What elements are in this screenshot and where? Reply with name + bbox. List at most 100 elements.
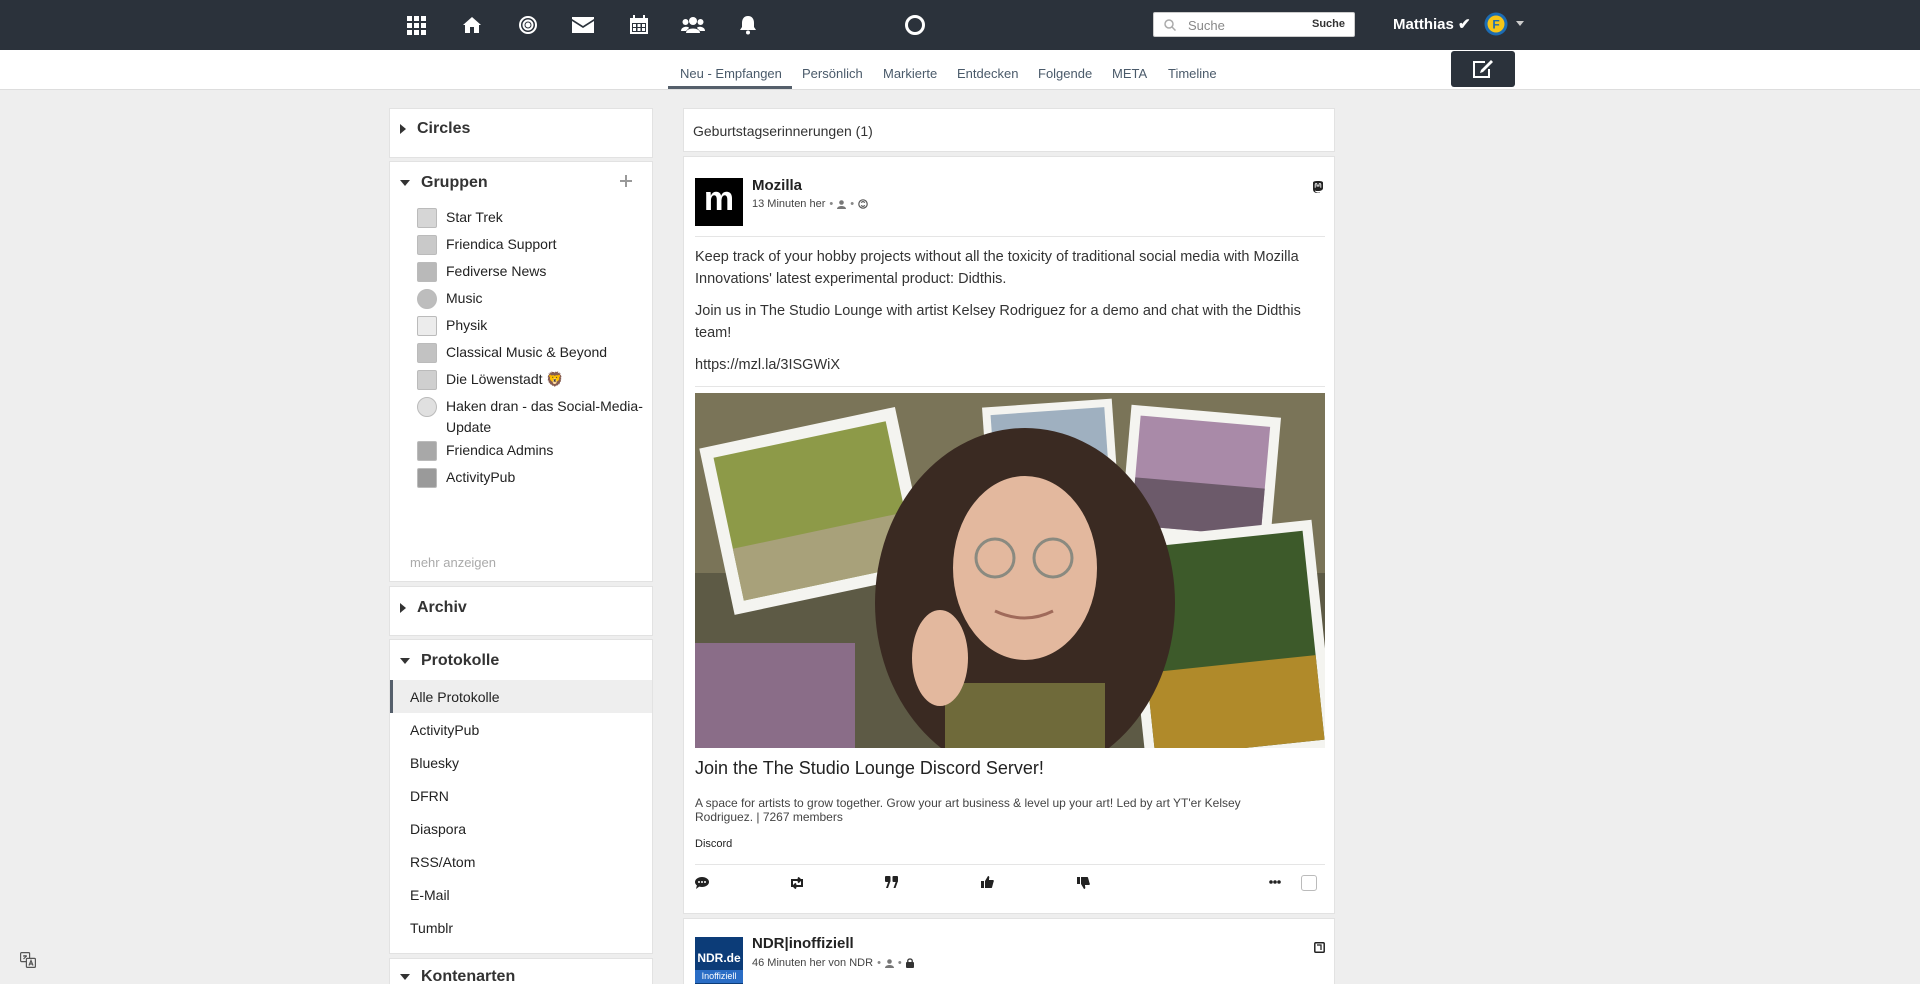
birthday-reminder[interactable]: Geburtstagserinnerungen (1): [683, 108, 1335, 152]
search-button[interactable]: Suche: [1305, 15, 1351, 34]
feed-network-icon[interactable]: [1314, 942, 1325, 953]
tab-timeline[interactable]: Timeline: [1168, 66, 1217, 81]
caret-down-icon: [400, 180, 410, 186]
group-avatar: [417, 262, 437, 282]
protocol-item-tumblr[interactable]: Tumblr: [390, 911, 652, 944]
archive-toggle[interactable]: Archiv: [390, 588, 467, 628]
post-meta: 13 Minuten her • •: [752, 198, 868, 210]
home-icon[interactable]: [460, 13, 484, 37]
add-group-icon[interactable]: [620, 175, 632, 187]
post-meta: 46 Minuten her von NDR • •: [752, 957, 914, 969]
group-avatar: [417, 343, 437, 363]
group-label: Die Löwenstadt 🦁: [446, 371, 564, 387]
user-avatar[interactable]: F: [1484, 12, 1508, 36]
group-item-classical-music[interactable]: Classical Music & Beyond: [417, 342, 647, 363]
link-preview-title[interactable]: Join the The Studio Lounge Discord Serve…: [695, 758, 1044, 779]
translate-icon[interactable]: [20, 952, 36, 968]
group-avatar: [417, 468, 437, 488]
calendar-icon[interactable]: [627, 13, 651, 37]
share-retweet-icon[interactable]: [789, 877, 805, 889]
archive-title: Archiv: [417, 599, 467, 616]
divider: [695, 864, 1325, 865]
circle-logo-icon[interactable]: [903, 13, 927, 37]
account-types-title: Kontenarten: [421, 968, 516, 984]
quote-icon[interactable]: [885, 876, 898, 888]
post-link[interactable]: https://mzl.la/3ISGWiX: [695, 354, 1325, 376]
protocols-widget: Protokolle Alle Protokolle ActivityPub B…: [389, 639, 653, 954]
select-post-checkbox[interactable]: [1301, 875, 1317, 891]
caret-right-icon: [400, 603, 406, 613]
protocol-item-activitypub[interactable]: ActivityPub: [390, 713, 652, 746]
protocol-item-all[interactable]: Alle Protokolle: [390, 680, 652, 713]
link-preview-image[interactable]: [695, 393, 1325, 748]
comment-icon[interactable]: [695, 877, 709, 889]
search-input[interactable]: [1188, 15, 1303, 35]
mastodon-network-icon[interactable]: [1312, 181, 1324, 193]
more-options-icon[interactable]: [1269, 880, 1281, 884]
post-author[interactable]: Mozilla: [752, 177, 802, 194]
lock-icon: [905, 958, 914, 968]
protocol-item-email[interactable]: E-Mail: [390, 878, 652, 911]
protocol-item-dfrn[interactable]: DFRN: [390, 779, 652, 812]
post-body-paragraph: Keep track of your hobby projects withou…: [695, 249, 1299, 287]
circles-toggle[interactable]: Circles: [390, 109, 470, 149]
group-label: Friendica Support: [446, 236, 557, 252]
top-navigation-bar: Suche Matthias ✔ F: [0, 0, 1920, 50]
network-target-icon[interactable]: [516, 13, 540, 37]
tab-folgende[interactable]: Folgende: [1038, 66, 1092, 81]
caret-right-icon: [400, 124, 406, 134]
user-icon: [884, 958, 894, 968]
post-time[interactable]: 13 Minuten her: [752, 198, 825, 210]
protocols-title: Protokolle: [421, 652, 500, 669]
group-item-friendica-support[interactable]: Friendica Support: [417, 234, 647, 255]
link-preview-description: A space for artists to grow together. Gr…: [695, 796, 1241, 824]
group-label: Friendica Admins: [446, 442, 554, 458]
caret-down-icon: [400, 658, 410, 664]
protocol-item-rss[interactable]: RSS/Atom: [390, 845, 652, 878]
compose-button[interactable]: [1451, 51, 1515, 87]
group-item-physik[interactable]: Physik: [417, 315, 647, 336]
group-item-activitypub[interactable]: ActivityPub: [417, 467, 647, 488]
author-avatar[interactable]: m: [695, 178, 743, 226]
post-author[interactable]: NDR|inoffiziell: [752, 935, 854, 952]
tab-meta[interactable]: META: [1112, 66, 1147, 81]
user-name[interactable]: Matthias ✔: [1393, 15, 1471, 33]
tab-neu-empfangen[interactable]: Neu - Empfangen: [680, 66, 782, 81]
group-item-haken-dran[interactable]: Haken dran - das Social-Media-Update: [417, 396, 647, 438]
bell-icon[interactable]: [736, 13, 760, 37]
post-time[interactable]: 46 Minuten her von NDR: [752, 957, 873, 969]
group-item-loewenstadt[interactable]: Die Löwenstadt 🦁: [417, 369, 647, 390]
group-item-friendica-admins[interactable]: Friendica Admins: [417, 440, 647, 461]
groups-title: Gruppen: [421, 174, 488, 191]
groups-toggle[interactable]: Gruppen: [390, 163, 488, 203]
group-item-star-trek[interactable]: Star Trek: [417, 207, 647, 228]
author-avatar[interactable]: NDR.de Inoffiziell: [695, 937, 743, 984]
divider: [695, 386, 1325, 387]
circles-widget: Circles: [389, 108, 653, 158]
archive-widget: Archiv: [389, 586, 653, 636]
like-thumbs-up-icon[interactable]: [981, 876, 994, 888]
chevron-down-icon[interactable]: [1516, 21, 1524, 26]
group-label: Music: [446, 290, 483, 306]
dislike-thumbs-down-icon[interactable]: [1077, 877, 1090, 889]
protocol-item-bluesky[interactable]: Bluesky: [390, 746, 652, 779]
group-item-music[interactable]: Music: [417, 288, 647, 309]
show-more-link[interactable]: mehr anzeigen: [410, 555, 496, 570]
group-avatar: [417, 208, 437, 228]
tab-markierte[interactable]: Markierte: [883, 66, 937, 81]
envelope-icon[interactable]: [571, 13, 595, 37]
link-preview-source: Discord: [695, 838, 733, 850]
group-avatar: [417, 370, 437, 390]
group-item-fediverse-news[interactable]: Fediverse News: [417, 261, 647, 282]
account-types-toggle[interactable]: Kontenarten: [390, 957, 515, 984]
group-avatar: [417, 235, 437, 255]
users-icon[interactable]: [681, 13, 705, 37]
protocols-toggle[interactable]: Protokolle: [390, 641, 499, 681]
tab-persoenlich[interactable]: Persönlich: [802, 66, 863, 81]
protocol-item-diaspora[interactable]: Diaspora: [390, 812, 652, 845]
apps-grid-icon[interactable]: [405, 13, 429, 37]
group-avatar: [417, 316, 437, 336]
divider: [695, 236, 1325, 237]
tab-entdecken[interactable]: Entdecken: [957, 66, 1018, 81]
group-label: Haken dran - das Social-Media-Update: [446, 398, 643, 435]
